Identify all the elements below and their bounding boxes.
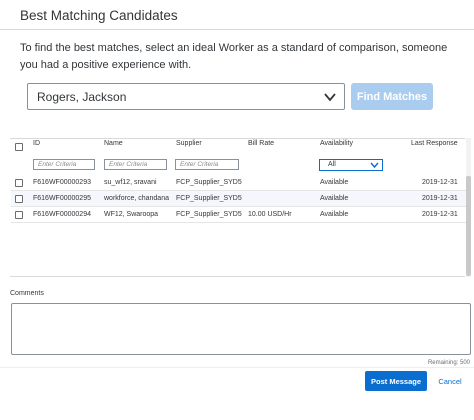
- cell-last-response: 2019-12-31: [422, 179, 458, 186]
- cancel-button[interactable]: Cancel: [432, 371, 468, 391]
- post-message-button[interactable]: Post Message: [365, 371, 427, 391]
- instructions-text: To find the best matches, select an idea…: [20, 42, 448, 71]
- worker-combobox-value[interactable]: Rogers, Jackson: [37, 90, 126, 104]
- filter-availability-select[interactable]: All: [319, 159, 383, 171]
- table-row[interactable]: F616WF00000295 workforce, chandana FCP_S…: [11, 191, 466, 207]
- cell-supplier: FCP_Supplier_SYD5: [176, 179, 242, 186]
- cell-availability: Available: [320, 195, 349, 202]
- cell-id: F616WF00000295: [33, 195, 91, 202]
- table-row[interactable]: F616WF00000294 WF12, Swaroopa FCP_Suppli…: [11, 207, 466, 223]
- cell-availability: Available: [320, 179, 349, 186]
- cell-name: su_wf12, sravani: [104, 179, 157, 186]
- cell-name: WF12, Swaroopa: [104, 211, 159, 218]
- cell-bill-rate: 10.00 USD/Hr: [248, 211, 292, 218]
- column-header-last-response[interactable]: Last Response: [411, 140, 458, 147]
- select-all-checkbox[interactable]: [15, 143, 23, 151]
- table-scrollbar[interactable]: [466, 138, 471, 277]
- row-checkbox[interactable]: [15, 179, 23, 187]
- column-header-bill-rate[interactable]: Bill Rate: [248, 140, 274, 147]
- chevron-down-icon[interactable]: [370, 161, 379, 169]
- column-header-name[interactable]: Name: [104, 140, 123, 147]
- column-header-availability[interactable]: Availability: [320, 140, 353, 147]
- cell-availability: Available: [320, 211, 349, 218]
- cell-id: F616WF00000293: [33, 179, 91, 186]
- cell-name: workforce, chandana: [104, 195, 169, 202]
- table-scrollbar-thumb[interactable]: [466, 176, 471, 276]
- title-divider: [0, 29, 474, 30]
- comments-textarea[interactable]: [11, 303, 471, 355]
- find-matches-button[interactable]: Find Matches: [351, 83, 433, 110]
- cell-id: F616WF00000294: [33, 211, 91, 218]
- cell-supplier: FCP_Supplier_SYD5: [176, 211, 242, 218]
- row-checkbox[interactable]: [15, 211, 23, 219]
- row-checkbox[interactable]: [15, 195, 23, 203]
- filter-id-input[interactable]: Enter Criteria: [33, 159, 95, 170]
- filter-availability-value[interactable]: All: [328, 161, 336, 168]
- cell-last-response: 2019-12-31: [422, 195, 458, 202]
- comments-label: Comments: [10, 290, 44, 297]
- column-header-id[interactable]: ID: [33, 140, 40, 147]
- column-header-supplier[interactable]: Supplier: [176, 140, 202, 147]
- filter-name-input[interactable]: Enter Criteria: [104, 159, 167, 170]
- table-row[interactable]: F616WF00000293 su_wf12, sravani FCP_Supp…: [11, 175, 466, 191]
- remaining-characters: Remaining: 500: [427, 360, 470, 366]
- cell-supplier: FCP_Supplier_SYD5: [176, 195, 242, 202]
- footer-divider: [0, 367, 474, 368]
- chevron-down-icon[interactable]: [324, 92, 336, 102]
- worker-combobox[interactable]: Rogers, Jackson: [27, 83, 345, 110]
- cell-last-response: 2019-12-31: [422, 211, 458, 218]
- dialog-title: Best Matching Candidates: [20, 8, 178, 23]
- filter-supplier-input[interactable]: Enter Criteria: [175, 159, 239, 170]
